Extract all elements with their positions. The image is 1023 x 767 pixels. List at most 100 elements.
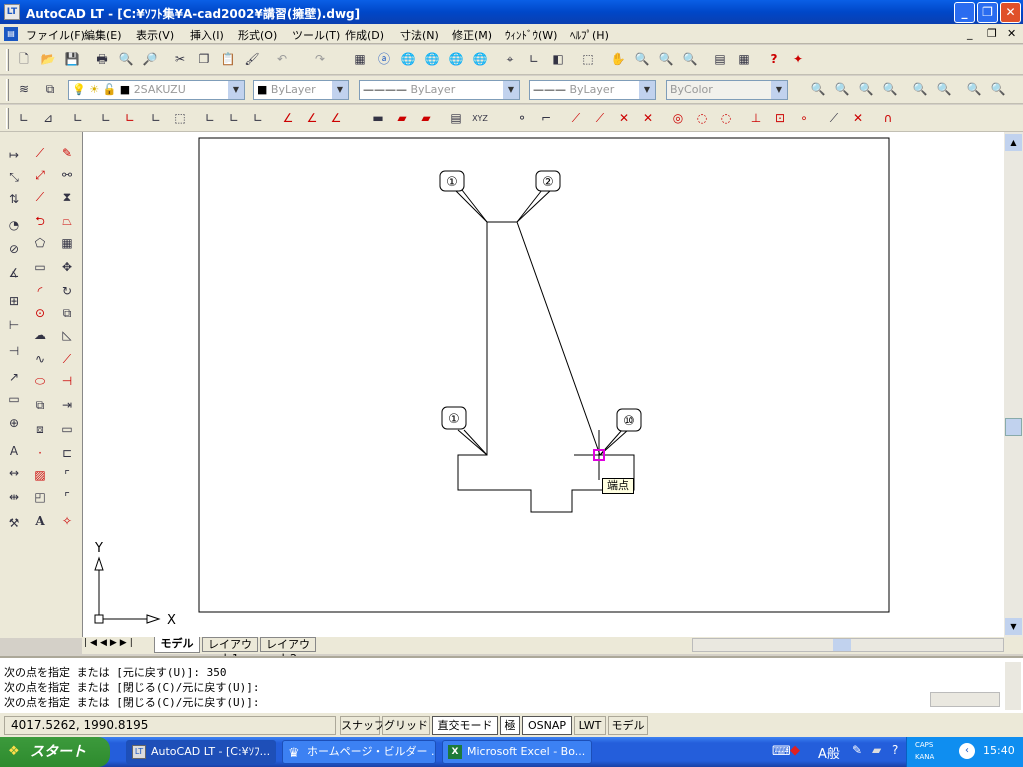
scroll-thumb[interactable] (833, 639, 851, 651)
command-input[interactable]: 次の点を指定 または [閉じる(C)/元に戻す(U)]: (4, 694, 259, 710)
snap-center-icon[interactable]: ◎ (668, 109, 688, 129)
app-icon[interactable]: LT (4, 4, 20, 20)
chevron-down-icon[interactable]: ▼ (228, 81, 244, 99)
pan-icon[interactable]: ✋ (608, 50, 628, 70)
xyz-icon[interactable]: XYZ (470, 109, 490, 129)
erase-icon[interactable]: ✎ (57, 144, 77, 164)
tab-model[interactable]: モデル (154, 637, 200, 653)
save-icon[interactable]: 💾 (62, 50, 82, 70)
dim-edit-icon[interactable]: A (4, 442, 24, 462)
properties-icon[interactable]: ▤ (710, 50, 730, 70)
menu-modify[interactable]: 修正(M) (452, 27, 492, 43)
command-hscroll[interactable] (930, 692, 1000, 707)
dim-ordinate-icon[interactable]: ⇅ (4, 190, 24, 210)
plotstyle-dropdown[interactable]: ByColor ▼ (666, 80, 788, 100)
help-icon[interactable]: ? (764, 50, 784, 70)
tab-nav-icon[interactable]: |◀◀▶▶| (84, 638, 148, 652)
mirror-icon[interactable]: ⧗ (57, 188, 77, 208)
insert-block-icon[interactable]: ⧉ (30, 396, 50, 416)
snap-none-icon[interactable]: ✕ (848, 109, 868, 129)
zoom-out-icon[interactable]: 🔍 (934, 80, 954, 100)
leader-icon[interactable]: ↗ (4, 368, 24, 388)
toolbar-grip[interactable] (6, 49, 9, 71)
polar-toggle[interactable]: 極 (500, 716, 520, 735)
command-window[interactable]: 次の点を指定 または [元に戻す(U)]: 350 次の点を指定 または [閉じ… (0, 656, 1023, 712)
array-icon[interactable]: ▦ (57, 234, 77, 254)
scale-icon[interactable]: ⧉ (57, 304, 77, 324)
hatch-icon[interactable]: ▨ (30, 466, 50, 486)
color-dropdown[interactable]: ■ ByLayer ▼ (253, 80, 349, 100)
doc-minimize-button[interactable]: _ (967, 27, 973, 40)
drawing-area[interactable]: ① ② ① ⑩ Y X 端点 (82, 132, 1004, 637)
start-button[interactable]: ❖ スタート (0, 737, 110, 767)
dim-style-icon[interactable]: ▬ (368, 109, 388, 129)
ime-mode[interactable]: A般 (818, 743, 840, 762)
close-button[interactable]: ✕ (1000, 2, 1021, 23)
explode-icon[interactable]: ✧ (57, 512, 77, 532)
ime-dict-icon[interactable]: ▰ (872, 743, 881, 757)
osnap-toggle[interactable]: OSNAP (522, 716, 572, 735)
ucs-rotz-icon[interactable]: ∠ (326, 109, 346, 129)
tab-layout1[interactable]: レイアウト1 (202, 637, 258, 665)
stretch-icon[interactable]: ◺ (57, 326, 77, 346)
model-toggle[interactable]: モデル (608, 716, 648, 735)
polyline-icon[interactable]: ⟋ (30, 188, 50, 208)
design-center-icon[interactable]: ▦ (350, 50, 370, 70)
dim-style-icon[interactable]: ⚒ (4, 514, 24, 534)
tolerance-icon[interactable]: ▭ (4, 390, 24, 410)
tray-expand-icon[interactable]: ‹ (959, 743, 975, 759)
open-icon[interactable]: 📂 (38, 50, 58, 70)
polygon-icon[interactable]: ⬠ (30, 234, 50, 254)
copy-icon[interactable]: ❐ (194, 50, 214, 70)
snap-tangent-icon[interactable]: ◌ (716, 109, 736, 129)
adcenter-icon[interactable]: ▦ (734, 50, 754, 70)
publish-icon[interactable]: 🌐 (422, 50, 442, 70)
scroll-thumb[interactable] (1005, 418, 1022, 436)
break-icon[interactable]: ▭ (57, 420, 77, 440)
zoom-window-icon[interactable]: 🔍 (808, 80, 828, 100)
ime-pad-icon[interactable]: ✎ (852, 743, 862, 757)
ellipse-icon[interactable]: ⬭ (30, 372, 50, 392)
menu-tools[interactable]: ツール(T) (292, 27, 340, 43)
mtext-icon[interactable]: A (30, 512, 50, 532)
menu-file[interactable]: ファイル(F) (26, 27, 85, 43)
rotate-icon[interactable]: ↻ (57, 282, 77, 302)
region-icon[interactable]: ◰ (30, 488, 50, 508)
layer-manager-icon[interactable]: ≋ (14, 80, 34, 100)
zoom-scale-icon[interactable]: 🔍 (856, 80, 876, 100)
copy-object-icon[interactable]: ⚯ (57, 166, 77, 186)
plot-icon[interactable]: 🖶 (92, 50, 112, 70)
pline-icon[interactable]: ⮌ (30, 212, 50, 232)
minimize-button[interactable]: _ (954, 2, 975, 23)
dim-update-icon[interactable]: ⇹ (4, 488, 24, 508)
ucs-z-icon[interactable]: ∟ (224, 109, 244, 129)
tab-layout2[interactable]: レイアウト2 (260, 637, 316, 665)
keyboard-icon[interactable]: ⌨ (772, 744, 791, 759)
dim-linear-icon[interactable]: ↦ (4, 146, 24, 166)
task-excel[interactable]: X Microsoft Excel - Bo... (442, 740, 592, 764)
point-icon[interactable]: · (30, 444, 50, 464)
toolbar-grip[interactable] (6, 79, 9, 101)
dim-quick-icon[interactable]: ⊞ (4, 292, 24, 312)
menu-dimension[interactable]: 寸法(N) (400, 27, 439, 43)
undo-icon[interactable]: ↶ (272, 50, 292, 70)
zoom-all-icon[interactable]: 🔍 (964, 80, 984, 100)
dim-text-edit-icon[interactable]: ↔ (4, 464, 24, 484)
arc-icon[interactable]: ◜ (30, 282, 50, 302)
circle-icon[interactable]: ⊙ (30, 304, 50, 324)
maximize-button[interactable]: ❐ (977, 2, 998, 23)
snap-quadrant-icon[interactable]: ◌ (692, 109, 712, 129)
web-icon[interactable]: ⓐ (374, 50, 394, 70)
rectangle-icon[interactable]: ▭ (30, 258, 50, 278)
snap-toggle[interactable]: スナップ (340, 716, 385, 735)
spline-icon[interactable]: ∿ (30, 350, 50, 370)
move-icon[interactable]: ✥ (57, 258, 77, 278)
snap-node-icon[interactable]: ∘ (794, 109, 814, 129)
ucs-icon[interactable]: ∟ (14, 109, 34, 129)
scroll-up-icon[interactable]: ▲ (1005, 134, 1022, 151)
ucs-3point-icon[interactable]: ∟ (248, 109, 268, 129)
ucs-view-icon[interactable]: ⬚ (170, 109, 190, 129)
menu-draw[interactable]: 作成(D) (345, 27, 384, 43)
grid-toggle[interactable]: グリッド (382, 716, 430, 735)
zoom-center-icon[interactable]: 🔍 (880, 80, 900, 100)
